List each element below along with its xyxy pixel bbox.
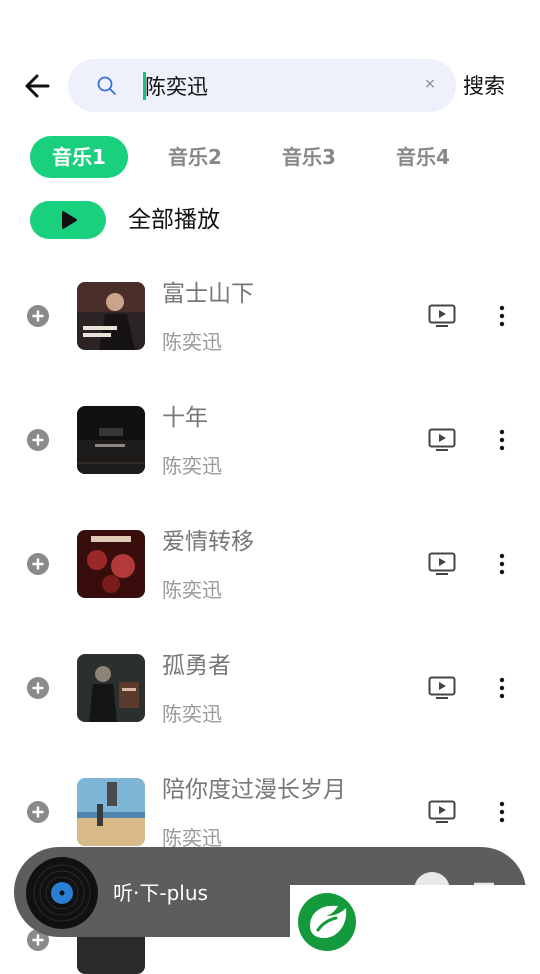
video-icon[interactable] — [428, 428, 456, 452]
album-cover — [77, 654, 145, 722]
tab-music-3[interactable]: 音乐3 — [264, 136, 354, 178]
add-icon[interactable] — [26, 428, 50, 452]
video-icon[interactable] — [428, 552, 456, 576]
search-icon — [96, 75, 118, 97]
tab-music-1[interactable]: 音乐1 — [30, 136, 128, 178]
more-options-icon[interactable] — [493, 552, 511, 576]
song-artist: 陈奕迅 — [162, 454, 222, 478]
video-icon[interactable] — [428, 800, 456, 824]
back-button[interactable] — [20, 68, 56, 104]
search-button[interactable]: 搜索 — [463, 71, 505, 101]
more-options-icon[interactable] — [493, 428, 511, 452]
album-cover — [77, 406, 145, 474]
play-all-button[interactable] — [30, 201, 106, 239]
clear-icon[interactable]: × — [422, 76, 438, 92]
song-artist: 陈奕迅 — [162, 702, 222, 726]
video-icon[interactable] — [428, 304, 456, 328]
song-title: 陪你度过漫长岁月 — [162, 777, 346, 803]
song-title: 十年 — [162, 405, 208, 431]
now-playing-title: 听·下-plus — [113, 881, 208, 905]
add-icon[interactable] — [26, 552, 50, 576]
song-artist: 陈奕迅 — [162, 330, 222, 354]
song-artist: 陈奕迅 — [162, 578, 222, 602]
album-cover — [77, 282, 145, 350]
song-title: 富士山下 — [162, 281, 254, 307]
play-icon — [62, 211, 77, 229]
search-input[interactable] — [68, 59, 456, 112]
tab-music-4[interactable]: 音乐4 — [378, 136, 468, 178]
album-cover — [77, 778, 145, 846]
add-icon[interactable] — [26, 304, 50, 328]
tab-music-2[interactable]: 音乐2 — [150, 136, 240, 178]
leaf-logo-icon — [296, 890, 358, 954]
more-options-icon[interactable] — [493, 676, 511, 700]
album-cover — [77, 530, 145, 598]
search-query-text[interactable]: 陈奕迅 — [145, 73, 208, 101]
song-title: 孤勇者 — [162, 653, 231, 679]
add-icon[interactable] — [26, 676, 50, 700]
more-options-icon[interactable] — [493, 304, 511, 328]
play-all-label[interactable]: 全部播放 — [128, 204, 220, 236]
video-icon[interactable] — [428, 676, 456, 700]
more-options-icon[interactable] — [493, 800, 511, 824]
add-icon[interactable] — [26, 800, 50, 824]
song-title: 爱情转移 — [162, 529, 254, 555]
arrow-left-icon — [25, 74, 50, 98]
vinyl-disc-icon[interactable] — [26, 857, 98, 929]
